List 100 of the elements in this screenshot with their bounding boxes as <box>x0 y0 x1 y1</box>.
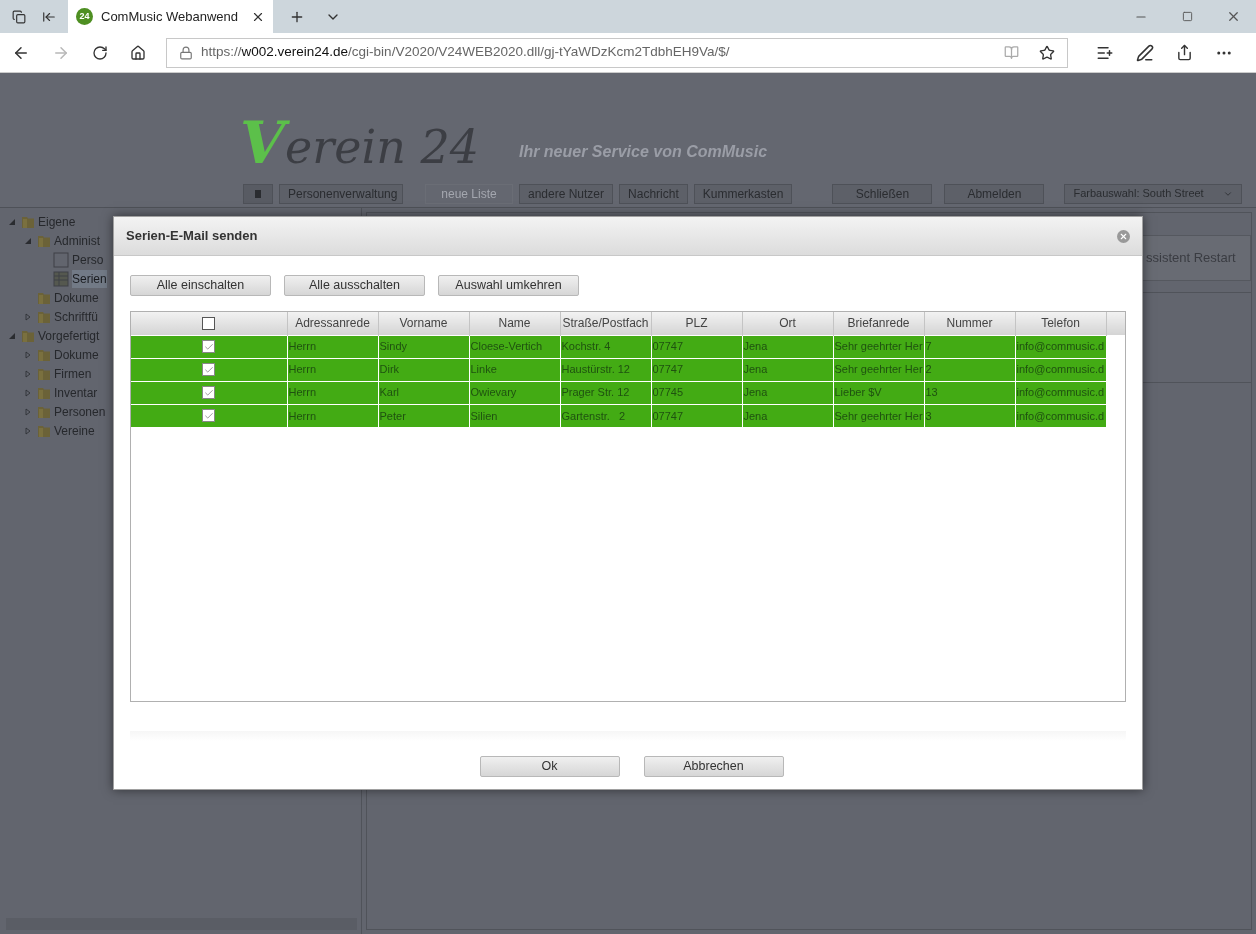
column-header[interactable]: Adressanrede <box>287 312 378 335</box>
document-icon <box>53 251 69 268</box>
table-cell: Owievary <box>470 386 517 399</box>
checkbox[interactable] <box>202 316 216 330</box>
toolbar-button[interactable]: Kummerkasten <box>693 183 793 204</box>
column-header[interactable]: Ort <box>742 312 833 335</box>
expand-icon[interactable] <box>24 312 32 321</box>
close-button[interactable] <box>1117 229 1130 243</box>
check-icon <box>203 410 214 421</box>
check-icon <box>203 387 214 398</box>
expand-icon[interactable] <box>24 350 32 359</box>
checkbox[interactable] <box>202 340 216 353</box>
table-icon <box>53 270 69 287</box>
checkbox[interactable] <box>202 363 216 376</box>
table-cell: Kochstr. 4 <box>561 340 611 353</box>
table-row[interactable]: Herrn Sindy Cloese-Vertich Kochstr. 4 07747 Jena Sehr geehrter Her 7 info@commusic.d <box>131 335 1125 358</box>
table-cell: 07747 <box>652 409 684 422</box>
table-cell: 07745 <box>652 386 684 399</box>
check-icon <box>203 341 214 352</box>
lock-icon <box>179 45 193 60</box>
tree-item[interactable]: Firmen <box>54 364 92 383</box>
collapse-icon[interactable] <box>8 331 16 340</box>
collapse-icon[interactable] <box>24 236 32 245</box>
folder-icon <box>37 385 51 400</box>
home-icon[interactable] <box>130 44 146 61</box>
column-header[interactable]: Telefon <box>1015 312 1106 335</box>
expand-icon[interactable] <box>24 369 32 378</box>
folder-icon <box>21 328 35 343</box>
tab-title: ComMusic Webanwend <box>101 7 239 26</box>
table-cell: Silien <box>470 409 498 422</box>
tree-item[interactable]: Serien <box>72 269 107 288</box>
expand-icon[interactable] <box>24 407 32 416</box>
star-icon[interactable] <box>1039 44 1055 61</box>
table-cell: Herrn <box>288 363 316 376</box>
tree-item[interactable]: Inventar <box>54 383 98 402</box>
share-icon[interactable] <box>1176 44 1193 61</box>
tree-item[interactable]: Dokume <box>54 345 99 364</box>
tree-item[interactable]: Perso <box>72 250 104 269</box>
table-cell: info@commusic.d <box>1016 386 1105 399</box>
table-cell: Lieber $V <box>834 386 882 399</box>
folder-icon <box>37 290 51 305</box>
checkbox[interactable] <box>202 386 216 399</box>
column-header[interactable]: Nummer <box>924 312 1015 335</box>
refresh-icon[interactable] <box>92 44 108 61</box>
column-header[interactable]: Vorname <box>378 312 469 335</box>
folder-icon <box>37 366 51 381</box>
tree-item[interactable]: Schriftfü <box>54 307 98 326</box>
column-header[interactable]: PLZ <box>651 312 742 335</box>
address-field[interactable]: https://w002.verein24.de/cgi-bin/V2020/V24WEB2020.dll/gj-tYaWDzKcm2TdbhEH9Va/$/ <box>166 37 1068 68</box>
panel-icon <box>255 189 261 198</box>
expand-icon[interactable] <box>24 426 32 435</box>
toolbar-button[interactable]: andere Nutzer <box>519 183 614 204</box>
action-button[interactable]: Alle einschalten <box>130 275 271 296</box>
tree-item[interactable]: Eigene <box>38 212 76 231</box>
favicon: 24 <box>76 8 93 25</box>
maximize-icon[interactable] <box>1181 11 1193 22</box>
folder-icon <box>37 309 51 324</box>
tree-item[interactable]: Personen <box>54 402 106 421</box>
folder-icon <box>37 347 51 362</box>
action-button[interactable]: Auswahl umkehren <box>438 275 579 296</box>
table-cell: Linke <box>470 363 497 376</box>
tree-item[interactable]: Vorgefertigt <box>38 326 100 345</box>
toolbar-button[interactable]: Schließen <box>832 183 933 204</box>
reading-view-icon[interactable] <box>1004 45 1019 60</box>
table-cell: Sehr geehrter Her <box>834 409 923 422</box>
browser-tab[interactable]: 24 ComMusic Webanwend <box>68 0 273 33</box>
tabs-aside-icon[interactable] <box>42 9 56 24</box>
toolbar-button[interactable]: Personenverwaltung <box>279 183 403 204</box>
checkbox[interactable] <box>202 409 216 423</box>
table-cell: Peter <box>379 409 406 422</box>
expand-icon[interactable] <box>24 388 32 397</box>
collapse-icon[interactable] <box>8 217 16 226</box>
column-header[interactable]: Name <box>469 312 560 335</box>
table-cell: Herrn <box>288 409 316 422</box>
pen-icon[interactable] <box>1136 43 1154 62</box>
tree-item[interactable]: Vereine <box>54 421 95 440</box>
toolbar-button[interactable]: Abmelden <box>944 183 1045 204</box>
table-cell: Karl <box>379 386 400 399</box>
tree-item[interactable]: Dokume <box>54 288 99 307</box>
table-cell: Sehr geehrter Her <box>834 340 923 353</box>
toolbar-button[interactable]: Nachricht <box>619 183 688 204</box>
table-cell: Sehr geehrter Her <box>834 363 923 376</box>
dialog-title: Serien-E-Mail senden <box>126 227 258 246</box>
column-header[interactable]: Briefanrede <box>833 312 924 335</box>
table-cell: 13 <box>925 386 938 399</box>
table-cell: Dirk <box>379 363 400 376</box>
table-cell: 2 <box>925 363 932 376</box>
tab-set-icon[interactable] <box>12 9 26 24</box>
column-header[interactable]: Straße/Postfach <box>560 312 651 335</box>
table-cell: Herrn <box>288 386 316 399</box>
table-cell: Prager Str. 12 <box>561 386 630 399</box>
menu-button[interactable] <box>243 183 273 204</box>
dialog-button[interactable]: Ok <box>479 756 620 777</box>
check-icon <box>203 364 214 375</box>
tree-item[interactable]: Administ <box>54 231 100 250</box>
dialog-button[interactable]: Abbrechen <box>643 756 784 777</box>
action-button[interactable]: Alle ausschalten <box>284 275 425 296</box>
close-icon <box>1119 231 1128 241</box>
table-cell: info@commusic.d <box>1016 363 1105 376</box>
table-cell: Jena <box>743 409 768 422</box>
